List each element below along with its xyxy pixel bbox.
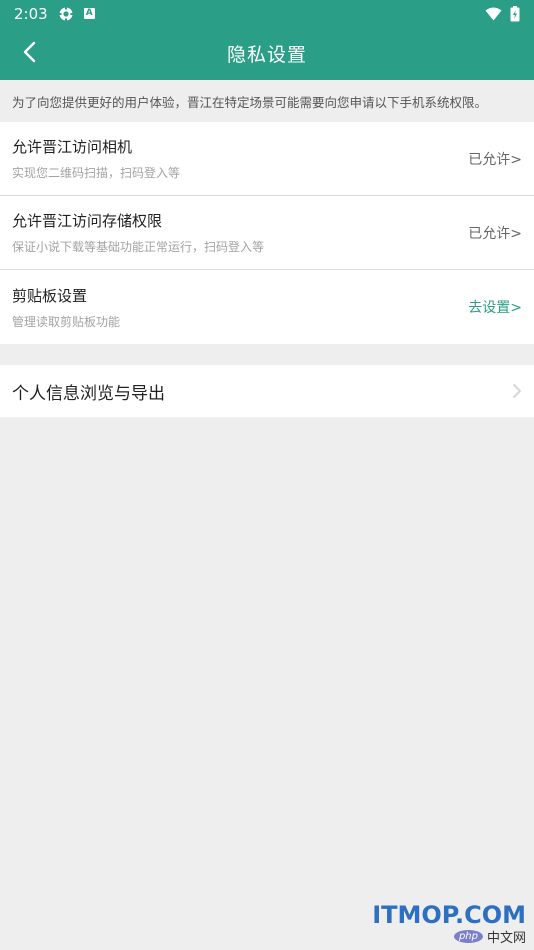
section-divider — [0, 344, 534, 365]
chevron-right-icon — [512, 383, 522, 399]
watermark: ITMOP.COM php 中文网 — [372, 901, 526, 946]
permission-title: 允许晋江访问相机 — [12, 138, 133, 156]
battery-icon — [510, 5, 520, 22]
status-time: 2:03 — [14, 4, 48, 23]
permission-title: 剪贴板设置 — [12, 286, 88, 305]
a-letter-icon: A — [83, 8, 95, 19]
go-settings-link[interactable]: 去设置> — [468, 297, 522, 317]
permission-status[interactable]: 已允许> — [468, 223, 522, 243]
watermark-site: ITMOP.COM — [372, 901, 526, 929]
permission-notice: 为了向您提供更好的用户体验，晋江在特定场景可能需要向您申请以下手机系统权限。 — [0, 80, 534, 122]
personal-info-title: 个人信息浏览与导出 — [12, 383, 165, 404]
status-bar: 2:03 A — [0, 0, 534, 27]
permission-subtitle: 管理读取剪贴板功能 — [12, 314, 121, 329]
permission-list: 允许晋江访问相机 实现您二维码扫描，扫码登入等 已允许> 允许晋江访问存储权限 … — [0, 122, 534, 344]
permission-row-camera[interactable]: 允许晋江访问相机 实现您二维码扫描，扫码登入等 已允许> — [0, 122, 534, 196]
watermark-php-badge: php — [453, 930, 483, 943]
permission-row-clipboard[interactable]: 剪贴板设置 管理读取剪贴板功能 去设置> — [0, 270, 534, 344]
app-header: 隐私设置 — [0, 27, 534, 80]
wifi-icon — [485, 7, 502, 21]
permission-title: 允许晋江访问存储权限 — [12, 212, 163, 230]
permission-row-storage[interactable]: 允许晋江访问存储权限 保证小说下载等基础功能正常运行，扫码登入等 已允许> — [0, 196, 534, 270]
permission-subtitle: 保证小说下载等基础功能正常运行，扫码登入等 — [12, 240, 265, 254]
settings-gear-icon — [58, 6, 74, 22]
watermark-cn: 中文网 — [486, 931, 526, 946]
permission-subtitle: 实现您二维码扫描，扫码登入等 — [12, 166, 181, 180]
page-title: 隐私设置 — [226, 44, 307, 66]
personal-info-export-row[interactable]: 个人信息浏览与导出 — [0, 365, 534, 417]
permission-status[interactable]: 已允许> — [468, 149, 522, 169]
